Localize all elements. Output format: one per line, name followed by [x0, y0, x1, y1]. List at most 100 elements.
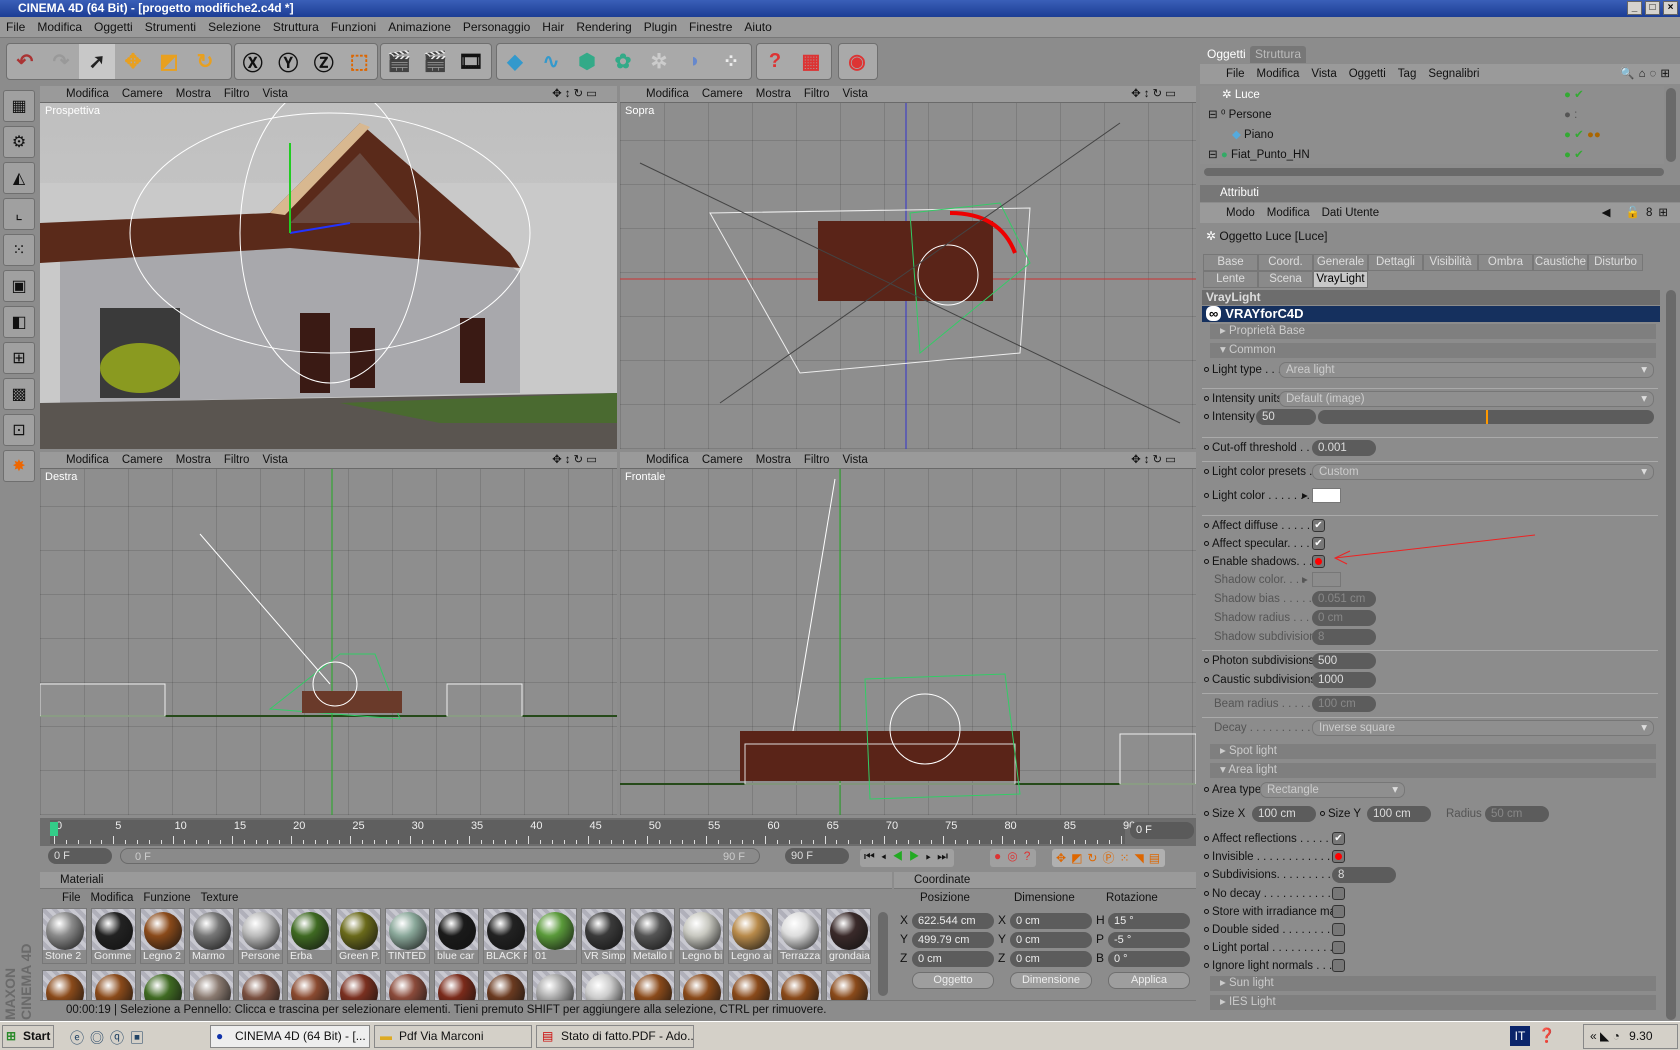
mat-menu-texture[interactable]: Texture [201, 892, 239, 904]
material-swatch[interactable]: Legno 2 [140, 908, 185, 964]
material-swatch[interactable]: Green P. [336, 908, 381, 964]
start-button[interactable]: ⊞ Start [2, 1025, 54, 1048]
environment-icon[interactable]: ◗ [677, 44, 713, 79]
points-mode-icon[interactable]: ⁙ [3, 234, 35, 266]
attr-checkbox[interactable]: ✔ [1332, 832, 1345, 845]
axis-mode-icon[interactable]: ⌞ [3, 198, 35, 230]
material-swatch[interactable] [42, 970, 87, 1000]
viewport-nav-icons[interactable]: ✥↕↻▭ [1131, 86, 1179, 103]
attr-dropdown[interactable]: Rectangle [1260, 782, 1405, 798]
key-parameter-icon[interactable]: Ⓟ [1102, 851, 1119, 865]
task-acrobat[interactable]: ▤ Stato di fatto.PDF - Ado... [536, 1025, 694, 1048]
vp-menu-filtro[interactable]: Filtro [224, 88, 250, 100]
cube-icon[interactable]: ◆ [497, 44, 533, 79]
range-end-field[interactable]: 90 F [785, 848, 849, 864]
z-axis-icon[interactable]: Ⓩ [306, 44, 342, 79]
material-swatch[interactable]: Stone 2 [42, 908, 87, 964]
key-help-icon[interactable]: ? [1024, 849, 1037, 863]
vp-menu-filtro[interactable]: Filtro [224, 454, 250, 466]
spline-icon[interactable]: ∿ [533, 44, 569, 79]
size-mode-dropdown[interactable]: Dimensione [1010, 972, 1092, 989]
menu-aiuto[interactable]: Aiuto [738, 17, 777, 38]
material-swatch[interactable]: Metallo l [630, 908, 675, 964]
edges-mode-icon[interactable]: ▣ [3, 270, 35, 302]
animation-dot-icon[interactable] [1204, 677, 1209, 682]
vp-menu-filtro[interactable]: Filtro [804, 454, 830, 466]
attr-checkbox[interactable] [1332, 887, 1345, 900]
material-swatch[interactable]: blue car [434, 908, 479, 964]
deformer-icon[interactable]: ✲ [641, 44, 677, 79]
attr-number-field[interactable]: 0 cm [1312, 610, 1376, 626]
vp-menu-camere[interactable]: Camere [702, 454, 743, 466]
animation-dot-icon[interactable] [1204, 909, 1209, 914]
mat-menu-file[interactable]: File [62, 892, 81, 904]
attr-checkbox[interactable] [1332, 941, 1345, 954]
x-axis-icon[interactable]: Ⓧ [235, 44, 271, 79]
autokey-icon[interactable]: ◎ [1007, 849, 1023, 863]
go-to-start-icon[interactable]: ⏮ [864, 849, 881, 863]
menu-oggetti[interactable]: Oggetti [88, 17, 139, 38]
material-swatch[interactable]: grondaia [826, 908, 871, 964]
section-spot-light[interactable]: ▸ Spot light [1210, 744, 1656, 759]
material-swatch[interactable] [826, 970, 871, 1000]
menu-personaggio[interactable]: Personaggio [457, 17, 536, 38]
material-swatch[interactable]: Persone [238, 908, 283, 964]
menu-strumenti[interactable]: Strumenti [139, 17, 202, 38]
material-swatch[interactable]: 01 [532, 908, 577, 964]
material-swatch[interactable] [483, 970, 528, 1000]
task-pdf-folder[interactable]: ▬ Pdf Via Marconi [374, 1025, 532, 1048]
viewport-top[interactable]: Modifica Camere Mostra Filtro Vista ✥↕↻▭ Sopr… [620, 86, 1196, 449]
rotation-b-field[interactable]: 0 ° [1108, 951, 1190, 967]
material-swatch[interactable] [630, 970, 675, 1000]
animation-dot-icon[interactable] [1204, 927, 1209, 932]
material-swatch[interactable]: Marmo [189, 908, 234, 964]
vp-menu-camere[interactable]: Camere [122, 454, 163, 466]
key-scale-icon[interactable]: ◩ [1071, 851, 1087, 865]
position-y-field[interactable]: 499.79 cm [912, 932, 994, 948]
timeline[interactable]: 0 5 10 15 20 25 30 35 40 45 50 55 60 65 70 75 80 85 90 0 F [40, 818, 1196, 846]
layout-icon[interactable]: ▦ [3, 90, 35, 122]
current-frame-marker[interactable] [50, 822, 58, 836]
animation-dot-icon[interactable] [1204, 787, 1209, 792]
vp-menu-filtro[interactable]: Filtro [804, 88, 830, 100]
animation-dot-icon[interactable] [1204, 836, 1209, 841]
menu-funzioni[interactable]: Funzioni [325, 17, 382, 38]
record-key-icon[interactable]: ● [994, 849, 1007, 863]
animation-dot-icon[interactable] [1204, 658, 1209, 663]
texture-mode-icon[interactable]: ⊞ [3, 342, 35, 374]
attr-number-field[interactable]: 1000 [1312, 672, 1376, 688]
viewport-right[interactable]: Modifica Camere Mostra Filtro Vista ✥↕↻▭ Dest… [40, 452, 617, 815]
current-frame-field[interactable]: 0 F [1130, 822, 1194, 839]
menu-animazione[interactable]: Animazione [382, 17, 457, 38]
array-icon[interactable]: ✿ [605, 44, 641, 79]
vp-menu-camere[interactable]: Camere [122, 88, 163, 100]
attr-checkbox[interactable] [1332, 923, 1345, 936]
range-start-field[interactable]: 0 F [48, 848, 112, 864]
vp-menu-modifica[interactable]: Modifica [646, 88, 689, 100]
menu-modifica[interactable]: Modifica [31, 17, 88, 38]
vp-menu-mostra[interactable]: Mostra [756, 88, 791, 100]
vp-menu-vista[interactable]: Vista [262, 88, 287, 100]
vp-menu-camere[interactable]: Camere [702, 88, 743, 100]
material-swatch[interactable] [532, 970, 577, 1000]
size-x-field[interactable]: 0 cm [1010, 913, 1092, 929]
material-swatch[interactable] [140, 970, 185, 1000]
render-picture-viewer-icon[interactable]: 🎬 [417, 44, 453, 79]
render-view-icon[interactable]: 🎬 [381, 44, 417, 79]
nurbs-icon[interactable]: ⬢ [569, 44, 605, 79]
menu-hair[interactable]: Hair [536, 17, 570, 38]
maximize-button[interactable]: □ [1645, 1, 1660, 15]
browser-globe-icon[interactable]: ◉ [839, 44, 875, 79]
task-cinema4d[interactable]: ● CINEMA 4D (64 Bit) - [... [210, 1025, 370, 1048]
material-swatch[interactable]: Gomme [91, 908, 136, 964]
language-indicator[interactable]: IT [1510, 1026, 1530, 1046]
help-table-icon[interactable]: ▦ [793, 44, 829, 79]
play-forward-icon[interactable]: ▶ [909, 849, 926, 863]
key-position-icon[interactable]: ✥ [1056, 851, 1071, 865]
menu-file[interactable]: File [0, 17, 31, 38]
vp-menu-modifica[interactable]: Modifica [646, 454, 689, 466]
go-to-end-icon[interactable]: ⏭ [937, 849, 954, 863]
polygons-mode-icon[interactable]: ◧ [3, 306, 35, 338]
attr-checkbox[interactable] [1332, 850, 1345, 863]
model-tool-icon[interactable]: ⚙ [3, 126, 35, 158]
